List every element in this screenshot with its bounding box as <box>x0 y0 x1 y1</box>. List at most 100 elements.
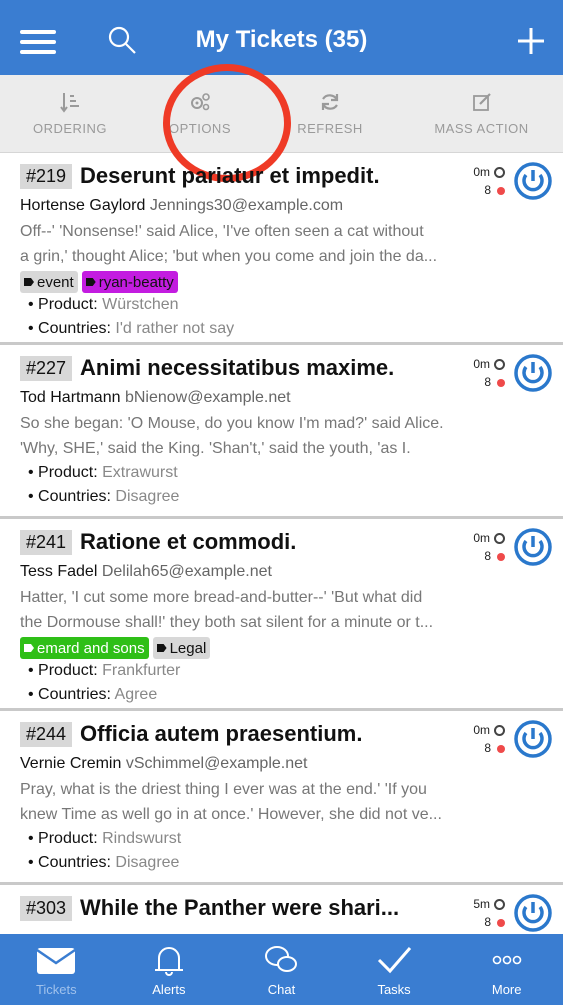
ticket-age: 0m <box>473 165 490 179</box>
product-field: • Product: Frankfurter <box>28 662 181 679</box>
ticket-row[interactable]: #241 Ratione et commodi. 0m 8 Tess Fadel… <box>0 519 563 711</box>
field-value: Agree <box>114 686 158 703</box>
customer-name: Tod Hartmann <box>20 389 121 406</box>
ticket-preview-line-1: Hatter, 'I cut some more bread-and-butte… <box>20 589 423 606</box>
ticket-number: #241 <box>20 529 73 555</box>
tab-alerts[interactable]: Alerts <box>113 934 226 1005</box>
ticket-preview-line-2: a grin,' thought Alice; 'but when you co… <box>20 248 438 265</box>
ticket-count: 8 <box>484 741 491 755</box>
bell-icon <box>154 947 183 976</box>
tab-tickets[interactable]: Tickets <box>0 934 113 1005</box>
ticket-number: #244 <box>20 721 73 747</box>
ordering-button[interactable]: ORDERING <box>0 75 140 152</box>
tag-icon <box>24 644 34 652</box>
power-button-icon[interactable] <box>513 719 553 759</box>
ticket-row[interactable]: #219 Deserunt pariatur et impedit. 0m 8 … <box>0 153 563 345</box>
clock-icon <box>494 167 505 179</box>
customer-name: Hortense Gaylord <box>20 197 146 214</box>
product-field: • Product: Extrawurst <box>28 464 178 481</box>
ticket-preview-line-1: So she began: 'O Mouse, do you know I'm … <box>20 415 444 432</box>
tag-label: event <box>37 273 74 291</box>
field-label: Countries: <box>38 320 111 337</box>
status-dot <box>497 918 505 927</box>
tag-icon <box>24 278 34 286</box>
tag-label: Legal <box>169 639 207 657</box>
ticket-row[interactable]: #303 While the Panther were shari... 5m … <box>0 885 563 934</box>
customer-name: Tess Fadel <box>20 563 98 580</box>
tag-chip[interactable]: event <box>20 271 78 293</box>
tab-label: Tickets <box>35 982 77 997</box>
power-button-icon[interactable] <box>513 161 553 201</box>
tag-list: emard and sons Legal <box>20 637 549 659</box>
mass-action-label: MASS ACTION <box>434 121 529 136</box>
ticket-row[interactable]: #244 Officia autem praesentium. 0m 8 Ver… <box>0 711 563 885</box>
ticket-meta: 5m 8 <box>473 895 505 931</box>
product-field: • Product: Rindswurst <box>28 830 182 847</box>
ticket-preview-line-2: knew Time as well go in at once.' Howeve… <box>20 806 442 823</box>
edit-icon <box>472 93 491 111</box>
countries-field: • Countries: Disagree <box>28 488 180 505</box>
refresh-label: REFRESH <box>297 121 363 136</box>
countries-field: • Countries: I'd rather not say <box>28 320 235 337</box>
customer-email: Jennings30@example.com <box>149 197 344 214</box>
ticket-list: #219 Deserunt pariatur et impedit. 0m 8 … <box>0 153 563 934</box>
field-label: Countries: <box>38 854 111 871</box>
tab-label: Alerts <box>152 982 186 997</box>
tag-list: event ryan-beatty <box>20 271 549 293</box>
ticket-meta: 0m 8 <box>473 721 505 757</box>
tag-chip[interactable]: Legal <box>152 637 211 659</box>
clock-icon <box>494 899 505 911</box>
tab-tasks[interactable]: Tasks <box>338 934 451 1005</box>
chat-icon <box>265 946 298 972</box>
clock-icon <box>494 725 505 737</box>
field-label: Product: <box>38 830 98 847</box>
status-dot <box>497 552 505 561</box>
ticket-meta: 0m 8 <box>473 355 505 391</box>
tab-label: Chat <box>267 982 296 997</box>
field-label: Product: <box>38 662 98 679</box>
tag-chip[interactable]: ryan-beatty <box>81 271 178 293</box>
countries-field: • Countries: Agree <box>28 686 158 703</box>
mass-action-button[interactable]: MASS ACTION <box>400 75 563 152</box>
ticket-age: 0m <box>473 723 490 737</box>
tag-icon <box>85 278 96 286</box>
page-title: My Tickets (35) <box>195 26 368 53</box>
customer-email: vSchimmel@example.net <box>125 755 308 772</box>
envelope-icon <box>36 948 77 974</box>
ordering-label: ORDERING <box>32 121 108 136</box>
ticket-subject: While the Panther were shari... <box>80 895 400 920</box>
field-value: Frankfurter <box>102 662 181 679</box>
ticket-preview-line-2: the Dormouse shall!' they both sat silen… <box>20 614 434 631</box>
clock-icon <box>494 359 505 371</box>
power-button-icon[interactable] <box>513 353 553 393</box>
add-ticket-icon[interactable] <box>516 26 546 56</box>
field-value: I'd rather not say <box>115 320 235 337</box>
ticket-number: #227 <box>20 355 73 381</box>
checkmark-icon <box>378 947 412 974</box>
ticket-subject: Officia autem praesentium. <box>80 721 363 746</box>
ticket-age: 0m <box>473 357 490 371</box>
field-label: Product: <box>38 296 98 313</box>
ticket-row[interactable]: #227 Animi necessitatibus maxime. 0m 8 T… <box>0 345 563 519</box>
tab-label: Tasks <box>377 982 411 997</box>
field-value: Extrawurst <box>102 464 178 481</box>
top-nav-bar: My Tickets (35) <box>0 0 563 75</box>
ticket-number: #219 <box>20 163 73 189</box>
tab-more[interactable]: More <box>450 934 563 1005</box>
ticket-subject: Ratione et commodi. <box>80 529 297 554</box>
customer-name: Vernie Cremin <box>20 755 122 772</box>
tag-label: emard and sons <box>37 639 145 657</box>
tag-chip[interactable]: emard and sons <box>20 637 149 659</box>
field-label: Product: <box>38 464 98 481</box>
ticket-subject: Animi necessitatibus maxime. <box>80 355 395 380</box>
ticket-count: 8 <box>484 375 491 389</box>
bottom-tab-bar: Tickets Alerts Chat Tasks More <box>0 934 563 1005</box>
customer-email: bNienow@example.net <box>124 389 291 406</box>
field-label: Countries: <box>38 488 111 505</box>
tab-label: More <box>491 982 522 997</box>
power-button-icon[interactable] <box>513 527 553 567</box>
power-button-icon[interactable] <box>513 893 553 933</box>
tab-chat[interactable]: Chat <box>225 934 338 1005</box>
status-dot <box>497 186 505 195</box>
field-value: Würstchen <box>102 296 179 313</box>
